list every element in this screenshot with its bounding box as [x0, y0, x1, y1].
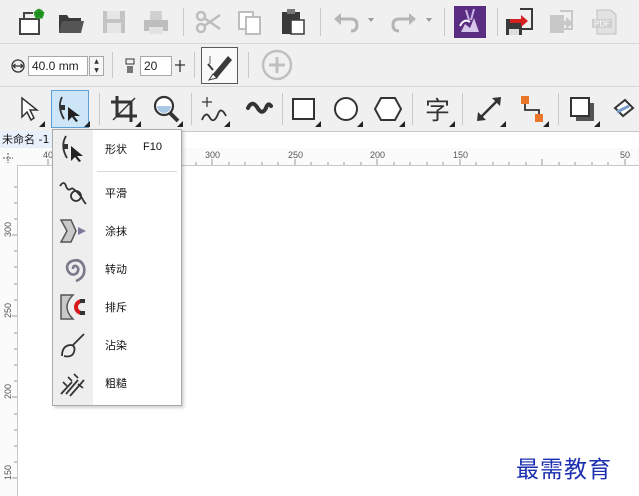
standard-toolbar: PDF [0, 0, 639, 44]
toolbar-separator [558, 93, 559, 125]
toolbar-separator [444, 8, 445, 36]
flyout-item-label: 排斥 [105, 301, 127, 314]
ellipse-tool-flyout[interactable] [357, 121, 363, 127]
freehand-tool-flyout[interactable] [224, 121, 230, 127]
vertical-ruler[interactable]: 300 250 200 150 [0, 165, 18, 496]
shape-icon [57, 134, 89, 164]
flyout-item-label: 平滑 [105, 187, 127, 200]
document-tab[interactable]: 未命名 -1 [0, 131, 55, 148]
flyout-item-roughen[interactable]: 粗糙 [53, 365, 181, 401]
ruler-label: 200 [370, 150, 386, 160]
rectangle-tool-flyout[interactable] [315, 121, 321, 127]
copy-icon[interactable] [234, 6, 266, 38]
toolbar-separator [462, 93, 463, 125]
shape-tool-flyout[interactable] [84, 121, 90, 127]
flyout-item-label: 形状 [105, 143, 127, 156]
ruler-label: 300 [205, 150, 221, 160]
drop-shadow-flyout[interactable] [594, 121, 600, 127]
fill-tool-icon[interactable] [609, 93, 639, 125]
smear-icon [57, 216, 89, 246]
flyout-item-label: 转动 [105, 263, 127, 276]
toolbar-separator [183, 8, 184, 36]
text-tool-flyout[interactable] [449, 121, 455, 127]
ruler-label: 150 [453, 150, 469, 160]
add-icon[interactable] [260, 48, 294, 82]
open-folder-icon[interactable] [55, 6, 87, 38]
pick-tool-flyout[interactable] [39, 121, 45, 127]
toolbox: 字 [0, 87, 639, 132]
roughen-icon [57, 368, 89, 398]
toolbar-separator [320, 8, 321, 36]
redo-dropdown[interactable] [426, 18, 432, 22]
new-document-icon[interactable] [14, 6, 46, 38]
nudge-distance-icon [10, 58, 26, 74]
ruler-label: 200 [3, 383, 13, 399]
flyout-item-smear[interactable]: 涂抹 [53, 213, 181, 249]
artistic-media-icon[interactable] [243, 93, 275, 125]
toolbar-separator [99, 93, 100, 125]
flyout-separator [97, 171, 177, 172]
toolbar-separator [191, 93, 192, 125]
flyout-item-label: 粗糙 [105, 377, 127, 390]
polygon-tool-flyout[interactable] [399, 121, 405, 127]
crop-tool-flyout[interactable] [135, 121, 141, 127]
property-bar: 40.0 mm ▲ ▼ 20 [0, 44, 639, 87]
ruler-label: 300 [3, 221, 13, 237]
ruler-ticks [12, 186, 17, 479]
toolbar-separator [282, 93, 283, 125]
shape-tool-flyout-menu: 形状 F10 平滑 涂抹 转动 排斥 沾染 粗糙 [52, 129, 182, 406]
flyout-item-label: 涂抹 [105, 225, 127, 238]
nudge-distance-field[interactable]: 40.0 mm [28, 56, 88, 76]
ruler-label: 50 [620, 150, 631, 160]
pressure-pen-button[interactable] [201, 47, 238, 84]
undo-dropdown[interactable] [368, 18, 374, 22]
smooth-icon [57, 178, 89, 208]
print-icon[interactable] [140, 6, 172, 38]
flyout-item-smooth[interactable]: 平滑 [53, 175, 181, 211]
ruler-label: 250 [3, 302, 13, 318]
ruler-label: 250 [288, 150, 304, 160]
ruler-label: 150 [3, 464, 13, 480]
paste-icon[interactable] [277, 6, 309, 38]
smudge-icon [57, 330, 89, 360]
zoom-tool-flyout[interactable] [177, 121, 183, 127]
toolbar-separator [412, 93, 413, 125]
nib-size-field[interactable]: 20 [140, 56, 172, 76]
connector-tool-flyout[interactable] [543, 121, 549, 127]
toolbar-separator [248, 52, 249, 78]
cut-icon[interactable] [192, 6, 224, 38]
svg-text:字: 字 [425, 96, 450, 124]
redo-icon[interactable] [388, 6, 420, 38]
flyout-item-repel[interactable]: 排斥 [53, 289, 181, 325]
undo-icon[interactable] [330, 6, 362, 38]
toolbar-separator [112, 52, 113, 78]
svg-text:PDF: PDF [594, 20, 610, 29]
nib-size-stepper[interactable] [172, 56, 188, 76]
pdf-icon[interactable]: PDF [588, 6, 622, 38]
dimension-tool-flyout[interactable] [500, 121, 506, 127]
publish-icon[interactable] [545, 6, 579, 38]
flyout-item-twirl[interactable]: 转动 [53, 251, 181, 287]
toolbar-separator [497, 8, 498, 36]
toolbar-separator [194, 52, 195, 78]
twirl-icon [57, 254, 89, 284]
launch-icon[interactable] [453, 5, 487, 39]
repel-icon [57, 292, 89, 322]
flyout-item-shape[interactable]: 形状 F10 [53, 131, 181, 167]
nib-size-icon [123, 57, 137, 75]
nudge-distance-spinner[interactable]: ▲ ▼ [89, 56, 104, 76]
flyout-item-label: 沾染 [105, 339, 127, 352]
watermark-text: 最需教育 [516, 457, 612, 483]
ruler-origin-icon[interactable] [3, 152, 13, 163]
flyout-item-shortcut: F10 [143, 141, 162, 153]
save-icon[interactable] [98, 6, 130, 38]
flyout-item-smudge[interactable]: 沾染 [53, 327, 181, 363]
export-icon[interactable] [503, 6, 537, 38]
